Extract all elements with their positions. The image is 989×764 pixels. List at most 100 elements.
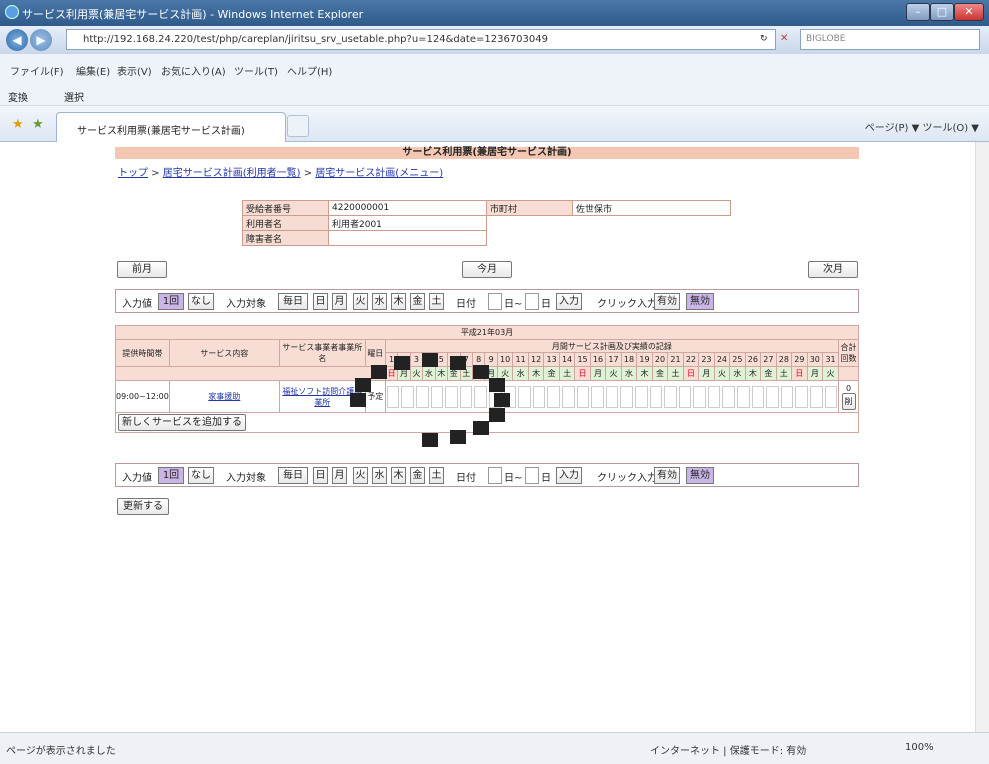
plan-cell[interactable]: [693, 385, 706, 408]
wed-button-2[interactable]: 水: [372, 467, 387, 484]
forward-button[interactable]: ▶: [30, 29, 52, 51]
input-button[interactable]: 入力: [556, 293, 582, 310]
menu-help[interactable]: ヘルプ(H): [287, 63, 332, 78]
sun-button[interactable]: 日: [313, 293, 328, 310]
plan-cell[interactable]: [518, 385, 531, 408]
date-from-input[interactable]: [488, 293, 502, 310]
maximize-button[interactable]: □: [930, 3, 954, 21]
sat-button[interactable]: 土: [429, 293, 444, 310]
dow-spacer: [115, 366, 386, 381]
close-button[interactable]: ✕: [954, 3, 984, 21]
plan-cell[interactable]: [532, 385, 546, 408]
wed-button[interactable]: 水: [372, 293, 387, 310]
delete-button[interactable]: 削: [841, 392, 856, 410]
update-button[interactable]: 更新する: [117, 498, 169, 515]
page-tools-menu[interactable]: ページ(P) ▼ ツール(O) ▼: [865, 119, 979, 134]
menu-view[interactable]: 表示(V): [117, 63, 152, 78]
plan-cell[interactable]: [591, 385, 604, 408]
input-button-2[interactable]: 入力: [556, 467, 582, 484]
prev-month-button[interactable]: 前月: [117, 261, 167, 278]
row-service[interactable]: 家事援助: [168, 380, 280, 413]
plan-cell[interactable]: [459, 385, 473, 408]
date-to-input-2[interactable]: [525, 467, 539, 484]
spinner-dash: [449, 429, 466, 444]
tab-active[interactable]: サービス利用票(兼居宅サービス計画): [56, 112, 286, 142]
breadcrumb-user-list[interactable]: 居宅サービス計画(利用者一覧): [163, 168, 301, 179]
plan-cell[interactable]: [751, 385, 765, 408]
plan-cell[interactable]: [401, 385, 414, 408]
every-day-button[interactable]: 毎日: [278, 293, 308, 310]
plan-cell[interactable]: [722, 385, 736, 408]
plan-cell[interactable]: [547, 385, 560, 408]
plan-cell[interactable]: [795, 385, 809, 408]
sun-button-2[interactable]: 日: [313, 467, 328, 484]
menu-file[interactable]: ファイル(F): [10, 63, 64, 78]
thu-button-2[interactable]: 木: [391, 467, 406, 484]
new-tab-button[interactable]: [287, 115, 309, 137]
fri-button[interactable]: 金: [410, 293, 425, 310]
next-month-button[interactable]: 次月: [808, 261, 858, 278]
thu-button[interactable]: 木: [391, 293, 406, 310]
plan-cell[interactable]: [649, 385, 663, 408]
plan-cell[interactable]: [576, 385, 590, 408]
zoom-level[interactable]: 100%: [905, 742, 934, 753]
plan-cell[interactable]: [605, 385, 619, 408]
plan-cell[interactable]: [737, 385, 750, 408]
menu-tools[interactable]: ツール(T): [234, 63, 278, 78]
plan-cell[interactable]: [474, 385, 487, 408]
select-button[interactable]: 選択: [64, 89, 84, 104]
mon-button[interactable]: 月: [332, 293, 347, 310]
dow-header: 水: [620, 366, 638, 381]
plan-cell[interactable]: [386, 385, 400, 408]
menu-edit[interactable]: 編集(E): [76, 63, 110, 78]
menu-favorites[interactable]: お気に入り(A): [161, 63, 226, 78]
service-link[interactable]: 家事援助: [208, 392, 240, 401]
municipality: 佐世保市: [572, 200, 731, 216]
disabled-name: [328, 230, 487, 246]
plan-cell[interactable]: [678, 385, 692, 408]
breadcrumb-top[interactable]: トップ: [118, 168, 148, 179]
fri-button-2[interactable]: 金: [410, 467, 425, 484]
tue-button-2[interactable]: 火: [353, 467, 368, 484]
breadcrumb-menu[interactable]: 居宅サービス計画(メニュー): [315, 168, 443, 179]
disable-button[interactable]: 無効: [686, 293, 714, 310]
mon-button-2[interactable]: 月: [332, 467, 347, 484]
refresh-icon[interactable]: ↻: [760, 34, 768, 44]
plan-cell[interactable]: [824, 385, 838, 408]
current-month-button[interactable]: 今月: [462, 261, 512, 278]
input-value-label-2: 入力値: [122, 473, 152, 484]
add-favorites-icon[interactable]: ★: [32, 117, 44, 132]
none-button[interactable]: なし: [188, 293, 214, 310]
stop-icon[interactable]: ✕: [780, 33, 788, 44]
plan-cell[interactable]: [766, 385, 779, 408]
search-input[interactable]: BIGLOBE: [800, 29, 980, 50]
plan-cell[interactable]: [430, 385, 444, 408]
enable-button-2[interactable]: 有効: [654, 467, 680, 484]
plan-cell[interactable]: [707, 385, 721, 408]
plan-cell[interactable]: [780, 385, 794, 408]
plan-cell[interactable]: [664, 385, 677, 408]
vertical-scrollbar[interactable]: [975, 142, 989, 732]
date-from-input-2[interactable]: [488, 467, 502, 484]
url-input[interactable]: http://192.168.24.220/test/php/careplan/…: [66, 29, 776, 50]
plan-cell[interactable]: [620, 385, 633, 408]
plan-cell[interactable]: [810, 385, 823, 408]
plan-cell[interactable]: [634, 385, 648, 408]
once-button-2[interactable]: 1回: [158, 467, 184, 484]
disable-button-2[interactable]: 無効: [686, 467, 714, 484]
plan-cell[interactable]: [416, 385, 429, 408]
enable-button[interactable]: 有効: [654, 293, 680, 310]
add-service-button[interactable]: 新しくサービスを追加する: [118, 414, 246, 431]
plan-cell[interactable]: [561, 385, 575, 408]
tue-button[interactable]: 火: [353, 293, 368, 310]
once-button[interactable]: 1回: [158, 293, 184, 310]
back-button[interactable]: ◀: [6, 29, 28, 51]
convert-button[interactable]: 変換: [8, 89, 28, 104]
date-to-input[interactable]: [525, 293, 539, 310]
none-button-2[interactable]: なし: [188, 467, 214, 484]
every-day-button-2[interactable]: 毎日: [278, 467, 308, 484]
sat-button-2[interactable]: 土: [429, 467, 444, 484]
minimize-button[interactable]: –: [906, 3, 930, 21]
favorites-star-icon[interactable]: ★: [12, 117, 24, 132]
plan-cell[interactable]: [445, 385, 458, 408]
